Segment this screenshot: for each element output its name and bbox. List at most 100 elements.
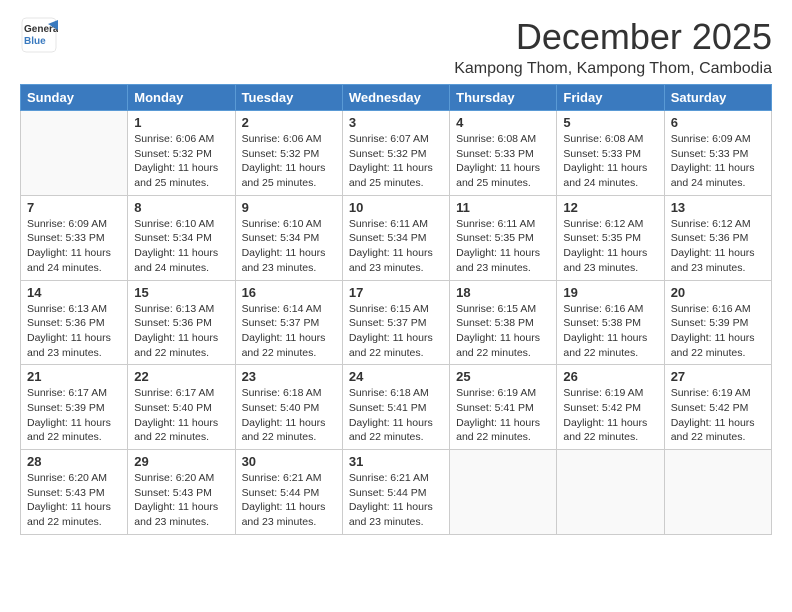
calendar-body: 1 Sunrise: 6:06 AM Sunset: 5:32 PM Daylig…: [21, 111, 772, 535]
day-info: Sunrise: 6:16 AM Sunset: 5:38 PM Dayligh…: [563, 302, 657, 361]
dow-cell: Thursday: [450, 85, 557, 111]
day-number: 10: [349, 200, 443, 215]
day-number: 29: [134, 454, 228, 469]
day-number: 15: [134, 285, 228, 300]
location-subtitle: Kampong Thom, Kampong Thom, Cambodia: [454, 60, 772, 78]
day-number: 27: [671, 369, 765, 384]
day-number: 19: [563, 285, 657, 300]
calendar-day-cell: 18 Sunrise: 6:15 AM Sunset: 5:38 PM Dayli…: [450, 280, 557, 365]
day-info: Sunrise: 6:13 AM Sunset: 5:36 PM Dayligh…: [134, 302, 228, 361]
dow-cell: Wednesday: [342, 85, 449, 111]
day-number: 8: [134, 200, 228, 215]
dow-cell: Saturday: [664, 85, 771, 111]
dow-cell: Tuesday: [235, 85, 342, 111]
day-number: 18: [456, 285, 550, 300]
day-number: 14: [27, 285, 121, 300]
calendar-week-row: 28 Sunrise: 6:20 AM Sunset: 5:43 PM Dayli…: [21, 450, 772, 535]
day-info: Sunrise: 6:16 AM Sunset: 5:39 PM Dayligh…: [671, 302, 765, 361]
day-info: Sunrise: 6:08 AM Sunset: 5:33 PM Dayligh…: [563, 132, 657, 191]
calendar-day-cell: 21 Sunrise: 6:17 AM Sunset: 5:39 PM Dayli…: [21, 365, 128, 450]
calendar-day-cell: 22 Sunrise: 6:17 AM Sunset: 5:40 PM Dayli…: [128, 365, 235, 450]
month-year-title: December 2025: [454, 16, 772, 58]
day-info: Sunrise: 6:13 AM Sunset: 5:36 PM Dayligh…: [27, 302, 121, 361]
dow-cell: Friday: [557, 85, 664, 111]
day-info: Sunrise: 6:09 AM Sunset: 5:33 PM Dayligh…: [27, 217, 121, 276]
calendar-day-cell: [450, 450, 557, 535]
day-info: Sunrise: 6:20 AM Sunset: 5:43 PM Dayligh…: [27, 471, 121, 530]
calendar-table: SundayMondayTuesdayWednesdayThursdayFrid…: [20, 84, 772, 535]
day-info: Sunrise: 6:20 AM Sunset: 5:43 PM Dayligh…: [134, 471, 228, 530]
day-number: 12: [563, 200, 657, 215]
calendar-week-row: 14 Sunrise: 6:13 AM Sunset: 5:36 PM Dayli…: [21, 280, 772, 365]
header: General Blue December 2025 Kampong Thom,…: [20, 16, 772, 78]
day-number: 21: [27, 369, 121, 384]
day-info: Sunrise: 6:10 AM Sunset: 5:34 PM Dayligh…: [134, 217, 228, 276]
day-info: Sunrise: 6:07 AM Sunset: 5:32 PM Dayligh…: [349, 132, 443, 191]
calendar-day-cell: 16Sunrise: 6:14 AM Sunset: 5:37 PM Dayli…: [235, 280, 342, 365]
day-number: 26: [563, 369, 657, 384]
day-info: Sunrise: 6:11 AM Sunset: 5:35 PM Dayligh…: [456, 217, 550, 276]
calendar-day-cell: 10Sunrise: 6:11 AM Sunset: 5:34 PM Dayli…: [342, 195, 449, 280]
day-number: 4: [456, 115, 550, 130]
day-info: Sunrise: 6:21 AM Sunset: 5:44 PM Dayligh…: [349, 471, 443, 530]
calendar-week-row: 21 Sunrise: 6:17 AM Sunset: 5:39 PM Dayli…: [21, 365, 772, 450]
logo-icon: General Blue: [20, 16, 58, 54]
calendar-day-cell: 17Sunrise: 6:15 AM Sunset: 5:37 PM Dayli…: [342, 280, 449, 365]
calendar-week-row: 1 Sunrise: 6:06 AM Sunset: 5:32 PM Daylig…: [21, 111, 772, 196]
day-info: Sunrise: 6:06 AM Sunset: 5:32 PM Dayligh…: [134, 132, 228, 191]
calendar-day-cell: 9 Sunrise: 6:10 AM Sunset: 5:34 PM Daylig…: [235, 195, 342, 280]
calendar-day-cell: 27 Sunrise: 6:19 AM Sunset: 5:42 PM Dayli…: [664, 365, 771, 450]
day-info: Sunrise: 6:21 AM Sunset: 5:44 PM Dayligh…: [242, 471, 336, 530]
day-info: Sunrise: 6:17 AM Sunset: 5:39 PM Dayligh…: [27, 386, 121, 445]
day-number: 6: [671, 115, 765, 130]
calendar-day-cell: [664, 450, 771, 535]
day-info: Sunrise: 6:18 AM Sunset: 5:41 PM Dayligh…: [349, 386, 443, 445]
calendar-day-cell: 11Sunrise: 6:11 AM Sunset: 5:35 PM Dayli…: [450, 195, 557, 280]
calendar-day-cell: 19 Sunrise: 6:16 AM Sunset: 5:38 PM Dayli…: [557, 280, 664, 365]
calendar-day-cell: 12 Sunrise: 6:12 AM Sunset: 5:35 PM Dayli…: [557, 195, 664, 280]
calendar-day-cell: 24 Sunrise: 6:18 AM Sunset: 5:41 PM Dayli…: [342, 365, 449, 450]
logo: General Blue: [20, 16, 58, 54]
calendar-day-cell: 5Sunrise: 6:08 AM Sunset: 5:33 PM Daylig…: [557, 111, 664, 196]
calendar-day-cell: 14 Sunrise: 6:13 AM Sunset: 5:36 PM Dayli…: [21, 280, 128, 365]
day-info: Sunrise: 6:15 AM Sunset: 5:37 PM Dayligh…: [349, 302, 443, 361]
day-number: 3: [349, 115, 443, 130]
calendar-day-cell: 20 Sunrise: 6:16 AM Sunset: 5:39 PM Dayli…: [664, 280, 771, 365]
day-number: 22: [134, 369, 228, 384]
day-number: 9: [242, 200, 336, 215]
day-number: 30: [242, 454, 336, 469]
calendar-day-cell: 31Sunrise: 6:21 AM Sunset: 5:44 PM Dayli…: [342, 450, 449, 535]
day-number: 25: [456, 369, 550, 384]
day-info: Sunrise: 6:18 AM Sunset: 5:40 PM Dayligh…: [242, 386, 336, 445]
day-info: Sunrise: 6:10 AM Sunset: 5:34 PM Dayligh…: [242, 217, 336, 276]
calendar-day-cell: 25 Sunrise: 6:19 AM Sunset: 5:41 PM Dayli…: [450, 365, 557, 450]
calendar-day-cell: 29 Sunrise: 6:20 AM Sunset: 5:43 PM Dayli…: [128, 450, 235, 535]
calendar-day-cell: 1 Sunrise: 6:06 AM Sunset: 5:32 PM Daylig…: [128, 111, 235, 196]
calendar-day-cell: 8 Sunrise: 6:10 AM Sunset: 5:34 PM Daylig…: [128, 195, 235, 280]
dow-cell: Sunday: [21, 85, 128, 111]
day-number: 28: [27, 454, 121, 469]
day-number: 1: [134, 115, 228, 130]
day-info: Sunrise: 6:12 AM Sunset: 5:35 PM Dayligh…: [563, 217, 657, 276]
calendar-day-cell: 28 Sunrise: 6:20 AM Sunset: 5:43 PM Dayli…: [21, 450, 128, 535]
day-info: Sunrise: 6:09 AM Sunset: 5:33 PM Dayligh…: [671, 132, 765, 191]
calendar-week-row: 7Sunrise: 6:09 AM Sunset: 5:33 PM Daylig…: [21, 195, 772, 280]
day-info: Sunrise: 6:19 AM Sunset: 5:41 PM Dayligh…: [456, 386, 550, 445]
day-info: Sunrise: 6:06 AM Sunset: 5:32 PM Dayligh…: [242, 132, 336, 191]
day-info: Sunrise: 6:15 AM Sunset: 5:38 PM Dayligh…: [456, 302, 550, 361]
svg-text:Blue: Blue: [24, 36, 46, 47]
day-number: 24: [349, 369, 443, 384]
calendar-day-cell: 26Sunrise: 6:19 AM Sunset: 5:42 PM Dayli…: [557, 365, 664, 450]
day-number: 23: [242, 369, 336, 384]
title-area: December 2025 Kampong Thom, Kampong Thom…: [454, 16, 772, 78]
day-number: 16: [242, 285, 336, 300]
day-info: Sunrise: 6:17 AM Sunset: 5:40 PM Dayligh…: [134, 386, 228, 445]
dow-cell: Monday: [128, 85, 235, 111]
calendar-day-cell: 3 Sunrise: 6:07 AM Sunset: 5:32 PM Daylig…: [342, 111, 449, 196]
calendar-day-cell: [557, 450, 664, 535]
day-info: Sunrise: 6:19 AM Sunset: 5:42 PM Dayligh…: [671, 386, 765, 445]
day-number: 2: [242, 115, 336, 130]
day-number: 20: [671, 285, 765, 300]
day-info: Sunrise: 6:08 AM Sunset: 5:33 PM Dayligh…: [456, 132, 550, 191]
calendar-day-cell: 30 Sunrise: 6:21 AM Sunset: 5:44 PM Dayli…: [235, 450, 342, 535]
